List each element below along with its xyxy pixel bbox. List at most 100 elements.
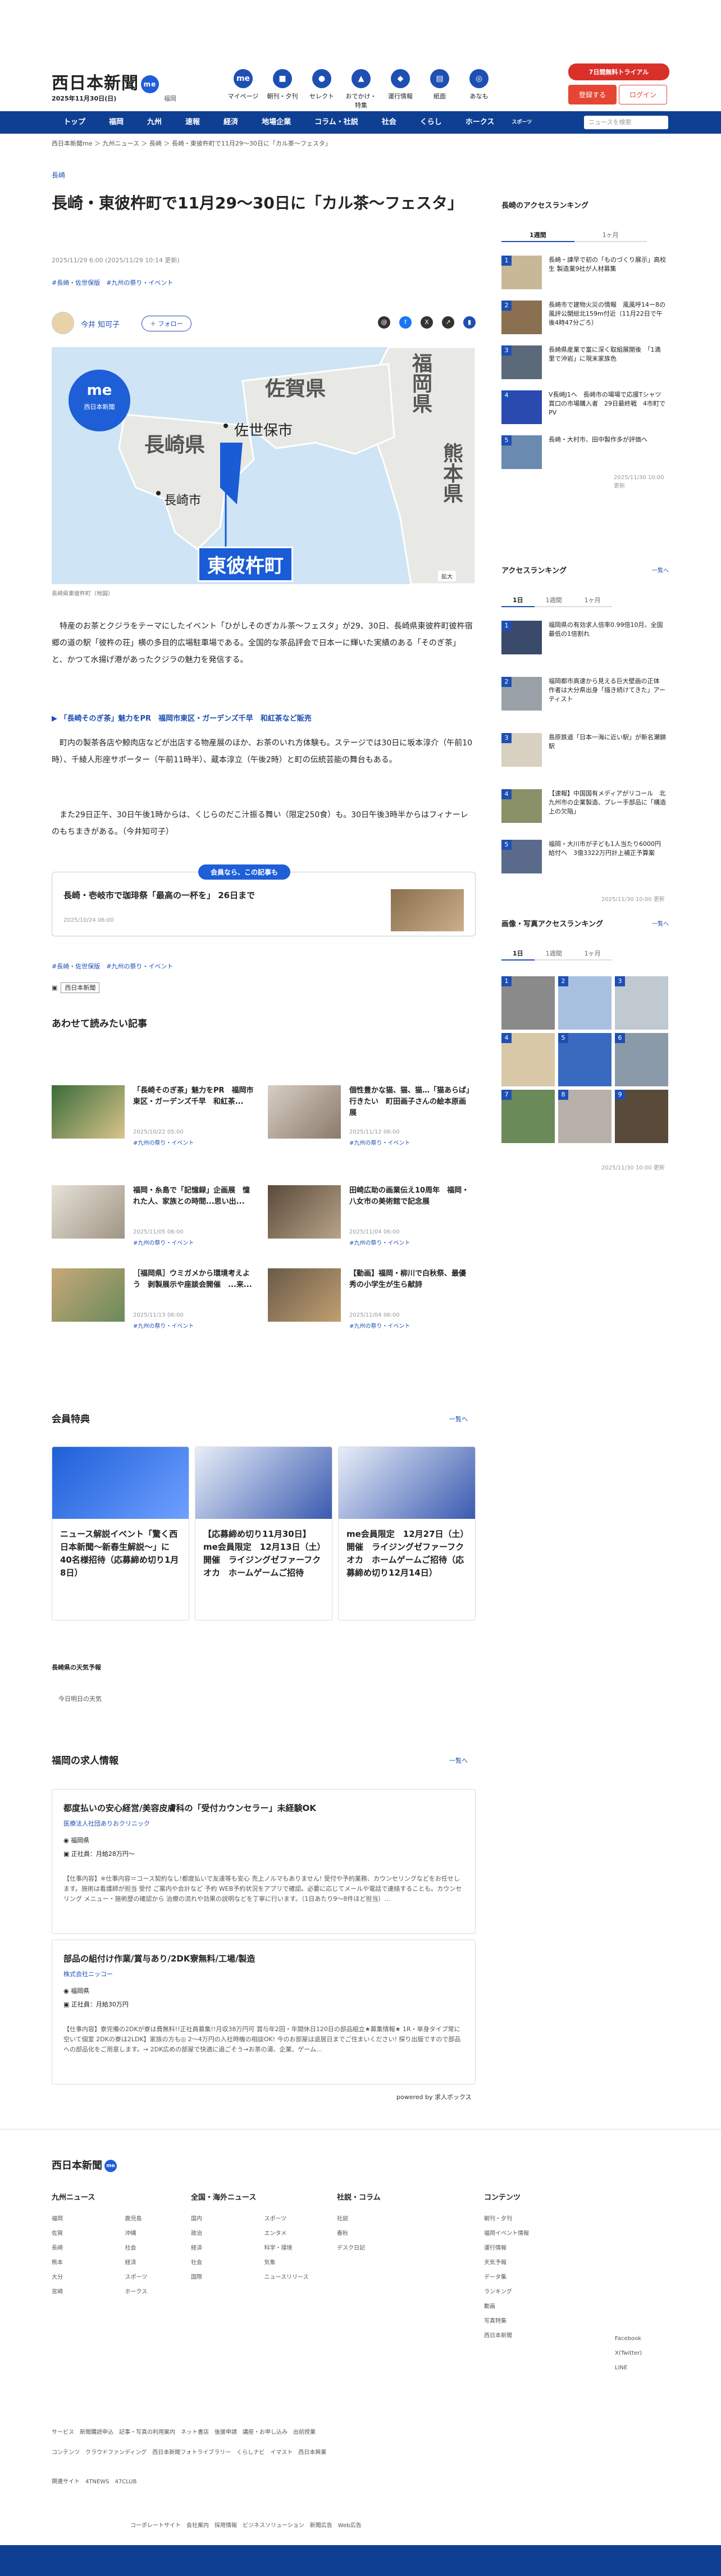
paper-link[interactable]: ▤ 紙面 xyxy=(422,69,457,110)
photo-item[interactable]: 2 xyxy=(558,976,612,1030)
nav-item-life[interactable]: くらし xyxy=(408,111,454,134)
ranking-timestamp: 2025/11/30 10:00 更新 xyxy=(614,475,664,489)
share-icon[interactable]: ↗ xyxy=(442,316,454,329)
photo-item[interactable]: 3 xyxy=(615,976,668,1030)
tab-month[interactable]: 1ヶ月 xyxy=(573,945,612,961)
ranking-item[interactable]: 5 福岡・大川市が子ども1人当たり6000円給付へ 3億3322万円計上補正予算案 xyxy=(501,840,670,878)
ranking-item[interactable]: 4 【速報】中国国有メディアがリコール 北九州市の企業製造、プレー手部品に「構造上… xyxy=(501,789,670,827)
map-caption: 長崎県東彼杵町（地図） xyxy=(52,591,113,597)
ranking-item[interactable]: 3 長崎県産業で富に深く取組展開後 「1満里で沖岩」に現末家族色 xyxy=(501,345,670,384)
footer-content-links[interactable]: コンテンツ クラウドファンディング 西日本新聞フォトライブラリー くらしナビ イ… xyxy=(52,2447,326,2456)
footer-group-links[interactable]: 関連サイト 4TNEWS 47CLUB xyxy=(52,2477,136,2485)
weather-link[interactable]: 今日明日の天気 xyxy=(58,1694,102,1703)
ranking2-tabs: 1日 1週間 1ヶ月 xyxy=(501,591,612,607)
train-icon: ◆ xyxy=(391,69,410,88)
list-item[interactable]: 【動画】福岡・柳川で白秋祭、最優秀の小学生が生ら献詩 2025/11/04 06:… xyxy=(268,1268,476,1330)
tab-month[interactable]: 1ヶ月 xyxy=(573,591,612,607)
ranking-item[interactable]: 1 長崎・諫早で初の「ものづくり展示」高校生 製造業9社が人材募集 xyxy=(501,256,670,294)
newspaper-link[interactable]: ■ 朝刊・夕刊 xyxy=(265,69,300,110)
newspaper-icon: ■ xyxy=(273,69,292,88)
list-item[interactable]: ［福岡県］ウミガメから環境考えよう 剥製展示や座談会開催 ...来... 2025… xyxy=(52,1268,259,1330)
tab-day[interactable]: 1日 xyxy=(501,591,535,607)
footer-logo[interactable]: 西日本新聞 me xyxy=(52,2158,117,2172)
follow-button[interactable]: ＋ フォロー xyxy=(142,316,191,331)
footer-service-links[interactable]: サービス 新聞購読申込 記事・写真の利用案内 ネット書店 後援申請 講座・お申し… xyxy=(52,2427,316,2436)
photo-item[interactable]: 5 xyxy=(558,1033,612,1086)
benefit-card[interactable]: 【応募締め切り11月30日】me会員限定 12月13日（土）開催 ライジングゼフ… xyxy=(195,1446,332,1621)
traffic-link[interactable]: ◆ 運行情報 xyxy=(383,69,418,110)
member-article-card[interactable]: 会員なら、この記事も 長崎・壱岐市で珈琲祭「最高の一杯を」 26日まで 2025… xyxy=(52,864,476,936)
jobs-more-link[interactable]: 一覧へ xyxy=(449,1756,468,1765)
ranking2-more-link[interactable]: 一覧へ xyxy=(652,566,669,574)
benefits-section-title: 会員特典 xyxy=(52,1414,90,1425)
zoom-button[interactable]: 拡大 xyxy=(438,571,456,581)
bookmark-icon[interactable]: ▮ xyxy=(463,316,476,329)
map-label-nagasaki-city: 長崎市 xyxy=(164,494,202,508)
job-card[interactable]: 都度払いの安心経営/美容皮膚科の「受付カウンセラー」未経験OK 医療法人社団ありお… xyxy=(52,1789,476,1934)
nav-item-fukuoka[interactable]: 福岡 xyxy=(97,111,135,134)
related-link[interactable]: ▶ 「長崎そのぎ茶」魅力をPR 福岡市東区・ガーデンズ千早 和紅茶など販売 xyxy=(52,712,312,723)
select-link[interactable]: ● セレクト xyxy=(304,69,339,110)
nav-item-hawks[interactable]: ホークス xyxy=(454,111,506,134)
author-name[interactable]: 今井 知可子 xyxy=(81,318,120,329)
mypage-link[interactable]: me マイページ xyxy=(226,69,261,110)
nav-item-breaking[interactable]: 速報 xyxy=(174,111,212,134)
photo-item[interactable]: 1 xyxy=(501,976,555,1030)
anamo-link[interactable]: ◎ あなも xyxy=(462,69,496,110)
odekake-link[interactable]: ▲ おでかけ・特集 xyxy=(344,69,378,110)
benefit-card[interactable]: me会員限定 12月27日（土）開催 ライジングゼファーフクオカ ホームゲームご… xyxy=(338,1446,476,1621)
article-map[interactable]: me 西日本新聞 福岡県 佐賀県 長崎県 佐世保市 熊本県 長崎市 東彼杵町 拡大 xyxy=(52,347,476,584)
search-input[interactable]: ニュースを検索 xyxy=(584,116,668,129)
photo-more-link[interactable]: 一覧へ xyxy=(652,919,669,927)
tab-week[interactable]: 1週間 xyxy=(534,591,573,607)
benefit-card[interactable]: ニュース解説イベント「驚く西日本新聞〜新春生解説〜」に40名様招待（応募締め切り… xyxy=(52,1446,189,1621)
photo-item[interactable]: 8 xyxy=(558,1090,612,1143)
site-logo[interactable]: 西日本新聞 me xyxy=(52,69,159,94)
facebook-icon[interactable]: f xyxy=(399,316,412,329)
ranking-item[interactable]: 3 島原鉄道「日本一海に近い駅」が新名瀬錦駅 xyxy=(501,733,670,771)
nav-item-local-business[interactable]: 地場企業 xyxy=(250,111,303,134)
nav-item-column[interactable]: コラム・社説 xyxy=(303,111,370,134)
powered-by[interactable]: powered by 求人ボックス xyxy=(396,2092,472,2101)
photo-item[interactable]: 6 xyxy=(615,1033,668,1086)
ranking-item[interactable]: 2 長崎市で建物火災の情報 風風呼14ー8の風評公開総北159m付近（11月22日… xyxy=(501,301,670,339)
list-item[interactable]: 個性豊かな猫、猫、猫…「猫あらば」行きたい 町田画子さんの絵本原画展 2025/1… xyxy=(268,1085,476,1147)
header-icons: me マイページ ■ 朝刊・夕刊 ● セレクト ▲ おでかけ・特集 ◆ 運行情報 ▤ 紙面 … xyxy=(226,69,496,110)
job-card[interactable]: 部品の組付け作業/賞与あり/2DK寮無料/工場/製造 株式会社ニッコー ◉ 福岡県 ▣… xyxy=(52,1940,476,2085)
benefits-more-link[interactable]: 一覧へ xyxy=(449,1414,468,1423)
line-link[interactable]: LINE xyxy=(615,2361,671,2375)
tab-week[interactable]: 1週間 xyxy=(534,945,573,961)
footer-bottom-links[interactable]: コーポレートサイト 会社案内 採用情報 ビジネスソリューション 新聞広告 Web… xyxy=(130,2520,362,2529)
ranking-item[interactable]: 5 長崎・大村市、田中製作多が評価へ xyxy=(501,435,670,474)
trial-button[interactable]: 7日間無料トライアル xyxy=(568,63,669,80)
tab-day[interactable]: 1日 xyxy=(501,945,535,961)
list-item[interactable]: 「長崎そのぎ茶」魅力をPR 福岡市東区・ガーデンズ千早 和紅茶... 2025/1… xyxy=(52,1085,259,1147)
ranking-item[interactable]: 1 福岡県の有効求人倍率0.99倍10月、全国最低の1倍割れ xyxy=(501,621,670,659)
photo-item[interactable]: 4 xyxy=(501,1033,555,1086)
article-category[interactable]: 長崎 xyxy=(52,170,65,180)
article-tags-bottom[interactable]: #長崎・佐世保版 #九州の祭り・イベント xyxy=(52,962,173,971)
ranking-item[interactable]: 4 V長崎J1へ 長崎市の場場で応援Tシャツ 賞口の市場購入者 29日最終戦 4市… xyxy=(501,390,670,429)
photo-item[interactable]: 9 xyxy=(615,1090,668,1143)
nav-item-economy[interactable]: 経済 xyxy=(212,111,250,134)
breadcrumb[interactable]: 西日本新聞me ＞ 九州ニュース ＞ 長崎 ＞ 長崎・東彼杵町で11月29〜30… xyxy=(52,139,331,148)
article-tags[interactable]: #長崎・佐世保版 #九州の祭り・イベント xyxy=(52,278,173,287)
photo-timestamp: 2025/11/30 10:00 更新 xyxy=(601,1165,665,1171)
list-item[interactable]: 福岡・糸島で「記憶録」企画展 憧れた人、家族との時間...思い出... 2025/… xyxy=(52,1185,259,1247)
list-item[interactable]: 田崎広助の画業伝え10周年 福岡・八女市の美術館で記念展 2025/11/04 0… xyxy=(268,1185,476,1247)
login-button[interactable]: ログイン xyxy=(619,85,667,104)
nav-item-top[interactable]: トップ xyxy=(52,111,97,134)
photo-item[interactable]: 7 xyxy=(501,1090,555,1143)
nav-item-society[interactable]: 社会 xyxy=(370,111,408,134)
register-button[interactable]: 登録する xyxy=(568,85,617,104)
x-link[interactable]: X(Twitter) xyxy=(615,2346,671,2361)
tab-week[interactable]: 1週間 xyxy=(501,226,574,242)
tab-month[interactable]: 1ヶ月 xyxy=(574,226,647,242)
threads-icon[interactable]: @ xyxy=(378,316,390,329)
nav-item-sports[interactable]: スポーツ xyxy=(506,111,537,134)
avatar[interactable] xyxy=(52,312,74,334)
facebook-link[interactable]: Facebook xyxy=(615,2332,671,2346)
x-icon[interactable]: X xyxy=(421,316,433,329)
nav-item-kyushu[interactable]: 九州 xyxy=(135,111,174,134)
ranking-item[interactable]: 2 福岡都市高速から見える巨大壁画の正体 作者は大分県出身「描き続けてきた」アーテ… xyxy=(501,677,670,715)
